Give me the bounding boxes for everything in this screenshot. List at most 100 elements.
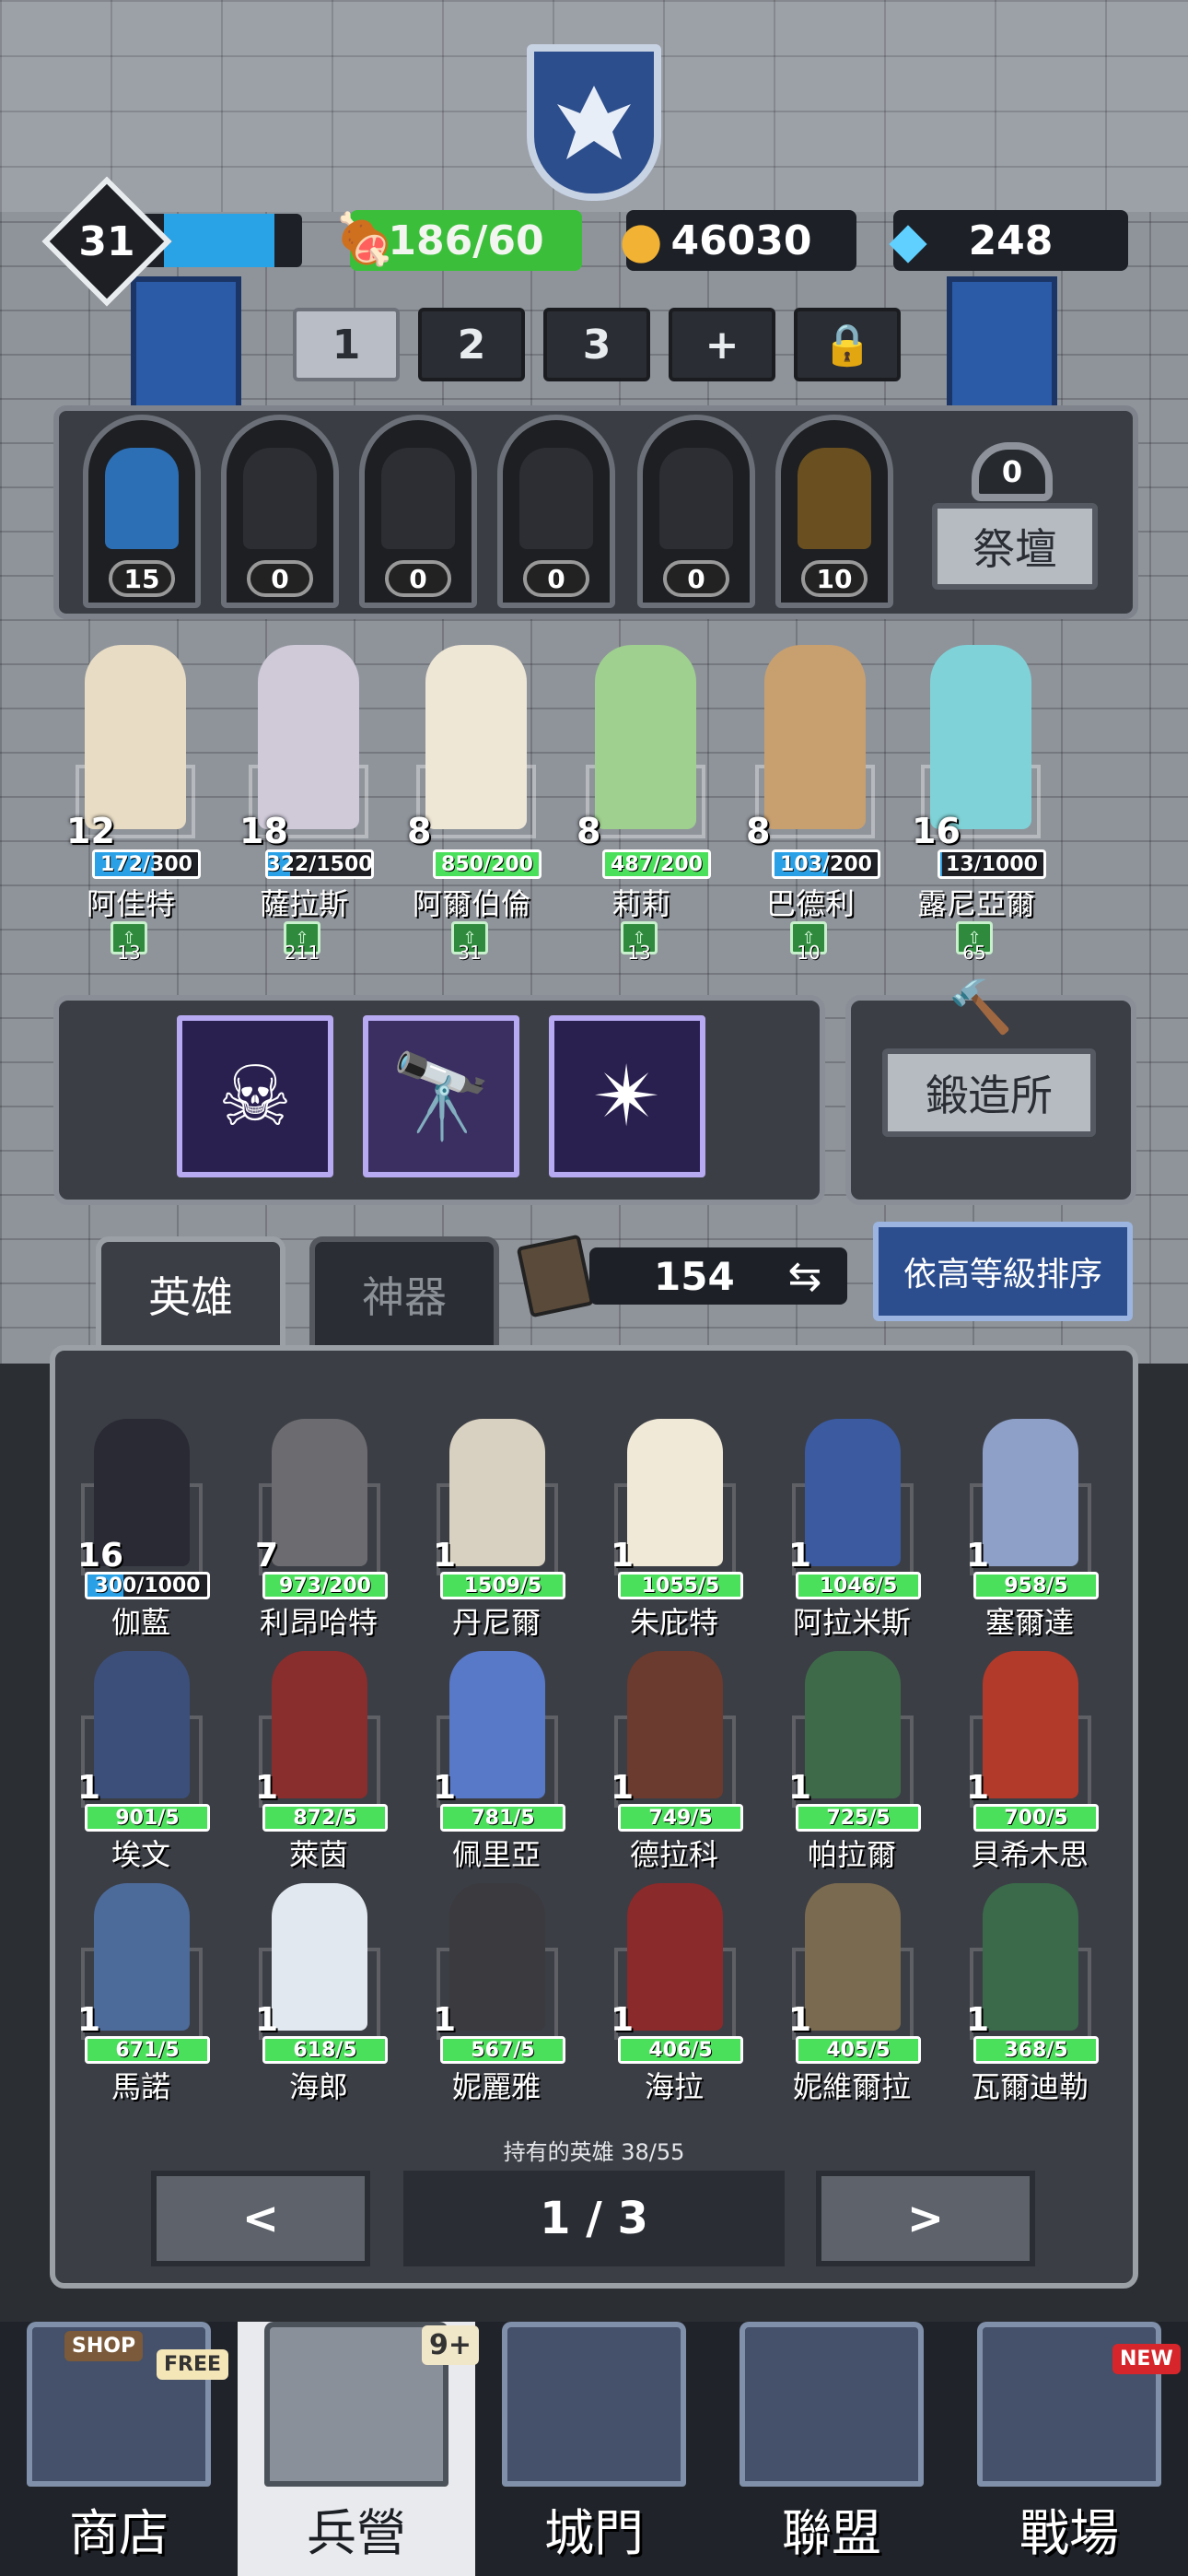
formation-hero[interactable]: 12 172/300 阿佳特 ⇧ 13 [48, 645, 214, 964]
hero-hp-text: 749/5 [648, 1806, 713, 1830]
roster-hero-card[interactable]: 1 749/5 德拉科 [587, 1651, 752, 1872]
hero-hp-text: 781/5 [471, 1806, 535, 1830]
roster-hero-card[interactable]: 1 901/5 埃文 [53, 1651, 219, 1872]
hero-level: 7 [255, 1537, 279, 1575]
hero-hp-bar: 172/300 [92, 849, 201, 879]
hero-level: 1 [255, 2001, 279, 2039]
hero-level: 1 [77, 2001, 101, 2039]
roster-hero-card[interactable]: 1 1046/5 阿拉米斯 [764, 1419, 930, 1640]
hero-hp-text: 1509/5 [463, 1574, 542, 1598]
lock-icon: 🔒 [821, 322, 873, 369]
stamina-display[interactable]: 🍖 186/60 [333, 210, 582, 271]
hero-upgrade-value: 10 [797, 942, 821, 964]
team-tab-2[interactable]: 2 [418, 308, 525, 381]
altar-statue-slot[interactable]: 0 [497, 415, 615, 608]
gold-coin-icon: ● [619, 210, 663, 269]
roster-hero-card[interactable]: 1 405/5 妮維爾拉 [764, 1883, 930, 2104]
altar-statue-slot[interactable]: 0 [637, 415, 755, 608]
hero-hp-bar: 406/5 [618, 2036, 743, 2064]
team-tab-3[interactable]: 3 [543, 308, 650, 381]
hero-name: 伽藍 [111, 1605, 170, 1640]
roster-hero-card[interactable]: 7 973/200 利昂哈特 [231, 1419, 397, 1640]
statue-icon [105, 448, 179, 549]
formation-hero[interactable]: 8 850/200 阿爾伯倫 ⇧ 31 [389, 645, 554, 964]
nav-gate[interactable]: 城門 [475, 2322, 713, 2576]
altar-statue-slot[interactable]: 0 [221, 415, 339, 608]
add-team-button[interactable]: + [669, 308, 775, 381]
altar-statue-slot[interactable]: 10 [775, 415, 893, 608]
forge-button[interactable]: 鍛造所 [882, 1048, 1096, 1137]
hero-hp-bar: 405/5 [796, 2036, 921, 2064]
roster-hero-card[interactable]: 1 368/5 瓦爾迪勒 [942, 1883, 1108, 2104]
altar-statue-slot[interactable]: 0 [359, 415, 477, 608]
hero-level: 1 [255, 1769, 279, 1807]
hero-sprite [449, 1651, 545, 1798]
tab-artifacts[interactable]: 神器 [309, 1236, 499, 1347]
statue-count: 0 [385, 560, 451, 597]
hero-sprite [272, 1651, 367, 1798]
hero-sprite [595, 645, 696, 829]
artifact-slot-mask[interactable]: ☠ [177, 1015, 333, 1177]
roster-hero-card[interactable]: 1 872/5 萊茵 [231, 1651, 397, 1872]
roster-hero-card[interactable]: 1 725/5 帕拉爾 [764, 1651, 930, 1872]
hero-hp-bar: 300/1000 [85, 1572, 210, 1599]
next-page-button[interactable]: > [816, 2171, 1035, 2266]
roster-hero-card[interactable]: 1 1055/5 朱庇特 [587, 1419, 752, 1640]
hero-name: 妮維爾拉 [792, 2069, 911, 2104]
roster-hero-card[interactable]: 1 671/5 馬諾 [53, 1883, 219, 2104]
formation-hero[interactable]: 18 322/1500 薩拉斯 ⇧ 211 [221, 645, 387, 964]
nav-barracks[interactable]: 兵營 9+ [238, 2322, 480, 2576]
team-tab-1[interactable]: 1 [293, 308, 400, 381]
roster-hero-card[interactable]: 1 781/5 佩里亞 [409, 1651, 575, 1872]
hero-sprite [930, 645, 1031, 829]
hero-name: 馬諾 [111, 2069, 170, 2104]
artifact-slot-spyglass[interactable]: 🔭 [363, 1015, 519, 1177]
dark-mask-icon: ☠ [217, 1048, 293, 1145]
hero-name: 佩里亞 [451, 1837, 541, 1872]
gold-display[interactable]: ● 46030 [619, 210, 856, 271]
formation-hero[interactable]: 16 13/1000 露尼亞爾 ⇧ 65 [893, 645, 1059, 964]
hero-name: 丹尼爾 [451, 1605, 541, 1640]
sort-by-level-button[interactable]: 依高等級排序 [873, 1222, 1133, 1321]
hero-hp-text: 671/5 [115, 2038, 180, 2062]
swap-arrows-icon[interactable]: ⇆ [779, 1247, 831, 1305]
roster-hero-card[interactable]: 1 700/5 貝希木思 [942, 1651, 1108, 1872]
hero-hp-text: 725/5 [826, 1806, 891, 1830]
nav-shop[interactable]: 商店 FREE SHOP [0, 2322, 238, 2576]
roster-hero-card[interactable]: 1 406/5 海拉 [587, 1883, 752, 2104]
statue-icon [659, 448, 733, 549]
owned-heroes-count: 持有的英雄 38/55 [503, 2139, 685, 2165]
hero-hp-bar: 618/5 [262, 2036, 388, 2064]
hero-hp-bar: 850/200 [433, 849, 542, 879]
hero-level: 1 [966, 1769, 990, 1807]
altar-counter: 0 [972, 442, 1053, 501]
roster-hero-card[interactable]: 1 567/5 妮麗雅 [409, 1883, 575, 2104]
hero-sprite [627, 1651, 723, 1798]
prev-page-button[interactable]: < [151, 2171, 370, 2266]
roster-hero-card[interactable]: 16 300/1000 伽藍 [53, 1419, 219, 1640]
tab-heroes[interactable]: 英雄 [96, 1236, 285, 1347]
hero-upgrade-value: 31 [458, 942, 482, 964]
gem-display[interactable]: ◆ 248 [889, 210, 1128, 271]
formation-hero[interactable]: 8 103/200 巴德利 ⇧ 10 [728, 645, 893, 964]
hero-level: 16 [912, 811, 961, 851]
hero-hp-text: 300/1000 [94, 1574, 201, 1598]
roster-hero-card[interactable]: 1 618/5 海郎 [231, 1883, 397, 2104]
artifact-slot-tome[interactable]: ✴ [549, 1015, 705, 1177]
altar-statue-slot[interactable]: 15 [83, 415, 201, 608]
statue-count: 15 [109, 560, 175, 597]
nav-battlefield[interactable]: 戰場 NEW [950, 2322, 1188, 2576]
book-count: 154 [654, 1253, 735, 1299]
hero-hp-text: 13/1000 [946, 852, 1038, 876]
hero-hp-bar: 872/5 [262, 1804, 388, 1832]
nav-alliance[interactable]: 聯盟 [713, 2322, 950, 2576]
formation-hero[interactable]: 8 487/200 莉莉 ⇧ 13 [558, 645, 724, 964]
altar-button[interactable]: 祭壇 [932, 503, 1098, 590]
roster-hero-card[interactable]: 1 958/5 塞爾達 [942, 1419, 1108, 1640]
statue-icon [381, 448, 455, 549]
hero-sprite [94, 1883, 190, 2031]
hero-level: 1 [433, 1537, 457, 1575]
locked-team-tab[interactable]: 🔒 [794, 308, 901, 381]
roster-hero-card[interactable]: 1 1509/5 丹尼爾 [409, 1419, 575, 1640]
statue-count: 0 [663, 560, 729, 597]
